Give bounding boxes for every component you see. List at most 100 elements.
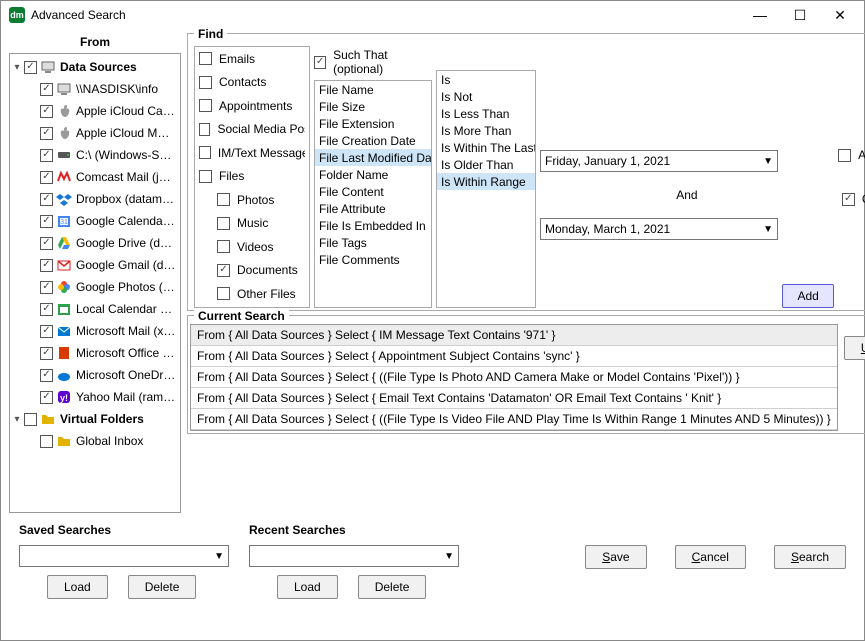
type-checkbox[interactable] (199, 52, 212, 65)
field-row[interactable]: Folder Name (315, 166, 431, 183)
field-row[interactable]: File Content (315, 183, 431, 200)
type-checkbox[interactable] (199, 146, 211, 159)
field-row[interactable]: File Last Modified Date (315, 149, 431, 166)
operator-row[interactable]: Is (437, 71, 535, 88)
type-row[interactable]: Other Files (195, 282, 309, 306)
search-button[interactable]: Search (774, 545, 846, 569)
tree-row[interactable]: Dropbox (datam… (10, 188, 180, 210)
type-row[interactable]: Emails (195, 47, 309, 71)
tree-row[interactable]: ▾Virtual Folders (10, 408, 180, 430)
tree-row[interactable]: Google Drive (da… (10, 232, 180, 254)
recent-delete-button[interactable]: Delete (358, 575, 427, 599)
tree-row[interactable]: Apple iCloud Cale… (10, 100, 180, 122)
operator-list[interactable]: IsIs NotIs Less ThanIs More ThanIs Withi… (436, 70, 536, 308)
value-from-date[interactable]: Friday, January 1, 2021 ▼ (540, 150, 778, 172)
tree-row[interactable]: Google Photos (d… (10, 276, 180, 298)
saved-delete-button[interactable]: Delete (128, 575, 197, 599)
field-row[interactable]: File Creation Date (315, 132, 431, 149)
such-that-checkbox[interactable] (314, 56, 326, 69)
tree-checkbox[interactable] (40, 237, 53, 250)
tree-checkbox[interactable] (40, 435, 53, 448)
tree-row[interactable]: Microsoft Mail (x… (10, 320, 180, 342)
value-to-date[interactable]: Monday, March 1, 2021 ▼ (540, 218, 778, 240)
type-checkbox[interactable] (217, 193, 230, 206)
type-row[interactable]: Social Media Posts (195, 118, 309, 142)
tree-checkbox[interactable] (40, 369, 53, 382)
search-row[interactable]: From { All Data Sources } Select { Appoi… (191, 346, 837, 367)
search-row[interactable]: From { All Data Sources } Select { ((Fil… (191, 409, 837, 430)
current-search-list[interactable]: From { All Data Sources } Select { IM Me… (190, 324, 838, 431)
saved-searches-combo[interactable]: ▼ (19, 545, 229, 567)
and-checkbox[interactable] (838, 149, 851, 162)
saved-load-button[interactable]: Load (47, 575, 108, 599)
type-row[interactable]: Videos (195, 235, 309, 259)
type-row[interactable]: Photos (195, 188, 309, 212)
field-row[interactable]: File Tags (315, 234, 431, 251)
type-row[interactable]: Documents (195, 259, 309, 283)
tree-checkbox[interactable] (24, 413, 37, 426)
operator-row[interactable]: Is Not (437, 88, 535, 105)
tree-checkbox[interactable] (40, 127, 53, 140)
operator-row[interactable]: Is More Than (437, 122, 535, 139)
tree-checkbox[interactable] (40, 193, 53, 206)
tree-checkbox[interactable] (40, 171, 53, 184)
type-checkbox[interactable] (217, 217, 230, 230)
tree-checkbox[interactable] (40, 83, 53, 96)
field-list[interactable]: File NameFile SizeFile ExtensionFile Cre… (314, 80, 432, 308)
type-checkbox[interactable] (199, 170, 212, 183)
recent-searches-combo[interactable]: ▼ (249, 545, 459, 567)
data-sources-tree[interactable]: ▾Data Sources\\NASDISK\infoApple iCloud … (9, 53, 181, 513)
tree-row[interactable]: Global Inbox (10, 430, 180, 452)
tree-checkbox[interactable] (40, 391, 53, 404)
operator-row[interactable]: Is Within The Last (437, 139, 535, 156)
type-row[interactable]: Files (195, 165, 309, 189)
tree-checkbox[interactable] (40, 325, 53, 338)
tree-row[interactable]: \\NASDISK\info (10, 78, 180, 100)
search-row[interactable]: From { All Data Sources } Select { ((Fil… (191, 367, 837, 388)
field-row[interactable]: File Name (315, 81, 431, 98)
recent-load-button[interactable]: Load (277, 575, 338, 599)
tree-row[interactable]: Microsoft Office … (10, 342, 180, 364)
add-button[interactable]: Add (782, 284, 833, 308)
tree-row[interactable]: ▾Data Sources (10, 56, 180, 78)
field-row[interactable]: File Extension (315, 115, 431, 132)
save-button[interactable]: Save (585, 545, 646, 569)
operator-row[interactable]: Is Within Range (437, 173, 535, 190)
field-row[interactable]: File Attribute (315, 200, 431, 217)
undo-button[interactable]: Undo (844, 336, 865, 360)
tree-checkbox[interactable] (40, 303, 53, 316)
tree-row[interactable]: Microsoft OneDri… (10, 364, 180, 386)
tree-row[interactable]: C:\ (Windows-SS… (10, 144, 180, 166)
collapse-icon[interactable]: ▾ (10, 414, 24, 425)
field-row[interactable]: File Comments (315, 251, 431, 268)
or-checkbox[interactable] (842, 193, 855, 206)
type-row[interactable]: Contacts (195, 71, 309, 95)
tree-checkbox[interactable] (24, 61, 37, 74)
type-checkbox[interactable] (199, 123, 210, 136)
type-checkbox[interactable] (217, 240, 230, 253)
maximize-button[interactable]: ☐ (780, 2, 820, 28)
type-checkbox[interactable] (217, 264, 230, 277)
collapse-icon[interactable]: ▾ (10, 62, 24, 73)
tree-checkbox[interactable] (40, 259, 53, 272)
tree-checkbox[interactable] (40, 281, 53, 294)
tree-row[interactable]: y!Yahoo Mail (rame… (10, 386, 180, 408)
close-button[interactable]: ✕ (820, 2, 860, 28)
field-row[interactable]: File Is Embedded In (315, 217, 431, 234)
type-row[interactable]: Music (195, 212, 309, 236)
operator-row[interactable]: Is Less Than (437, 105, 535, 122)
type-checkbox[interactable] (199, 76, 212, 89)
tree-row[interactable]: Comcast Mail (jo… (10, 166, 180, 188)
tree-checkbox[interactable] (40, 347, 53, 360)
cancel-button[interactable]: Cancel (675, 545, 746, 569)
type-row[interactable]: IM/Text Messages (195, 141, 309, 165)
tree-row[interactable]: Apple iCloud Mail … (10, 122, 180, 144)
operator-row[interactable]: Is Older Than (437, 156, 535, 173)
type-checkbox[interactable] (199, 99, 212, 112)
minimize-button[interactable]: — (740, 2, 780, 28)
tree-row[interactable]: 31Google Calendar … (10, 210, 180, 232)
search-row[interactable]: From { All Data Sources } Select { IM Me… (191, 325, 837, 346)
type-checkbox[interactable] (217, 287, 230, 300)
tree-checkbox[interactable] (40, 149, 53, 162)
tree-row[interactable]: Google Gmail (da… (10, 254, 180, 276)
